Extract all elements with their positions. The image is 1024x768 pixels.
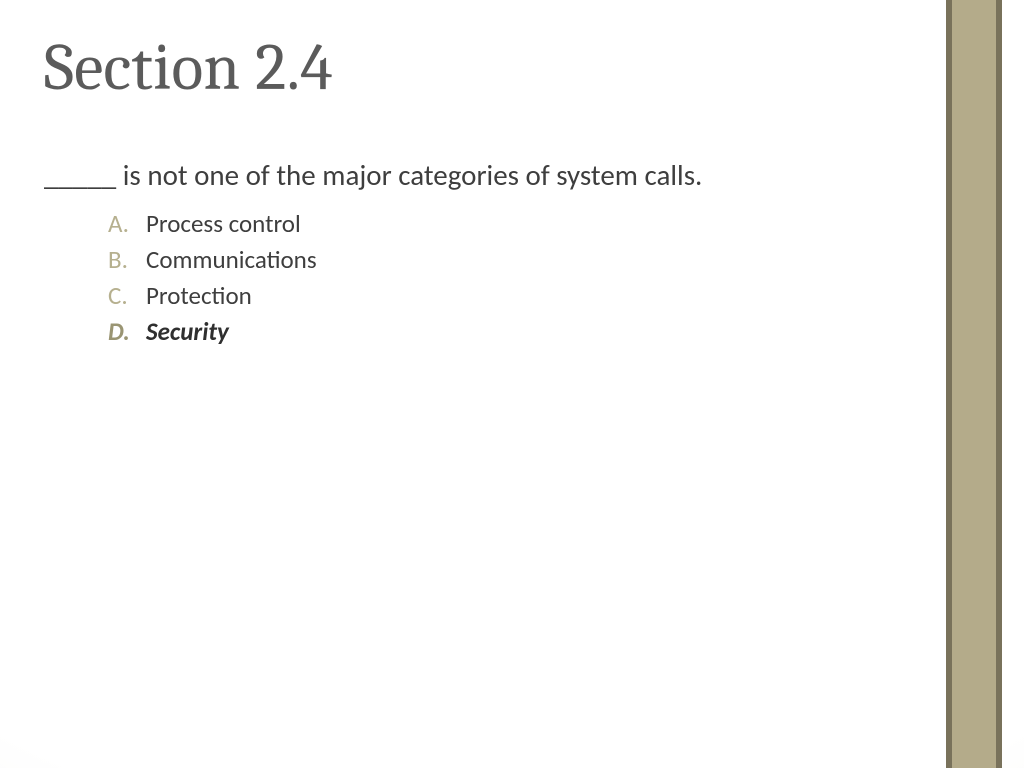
option-text: Communications bbox=[146, 244, 317, 275]
option-d: D. Security bbox=[108, 316, 904, 347]
option-text: Security bbox=[146, 316, 229, 347]
slide: Section 2.4 _____ is not one of the majo… bbox=[0, 0, 1024, 768]
option-text: Protection bbox=[146, 280, 252, 311]
option-letter: D. bbox=[108, 316, 146, 347]
option-text: Process control bbox=[146, 208, 301, 239]
slide-content: Section 2.4 _____ is not one of the majo… bbox=[44, 34, 904, 352]
option-a: A. Process control bbox=[108, 208, 904, 239]
question-text: _____ is not one of the major categories… bbox=[44, 157, 904, 193]
slide-title: Section 2.4 bbox=[44, 34, 904, 103]
option-b: B. Communications bbox=[108, 244, 904, 275]
option-letter: A. bbox=[108, 208, 146, 239]
accent-bar-inner bbox=[952, 0, 996, 768]
option-letter: C. bbox=[108, 280, 146, 311]
option-c: C. Protection bbox=[108, 280, 904, 311]
options-list: A. Process control B. Communications C. … bbox=[44, 208, 904, 347]
option-letter: B. bbox=[108, 244, 146, 275]
